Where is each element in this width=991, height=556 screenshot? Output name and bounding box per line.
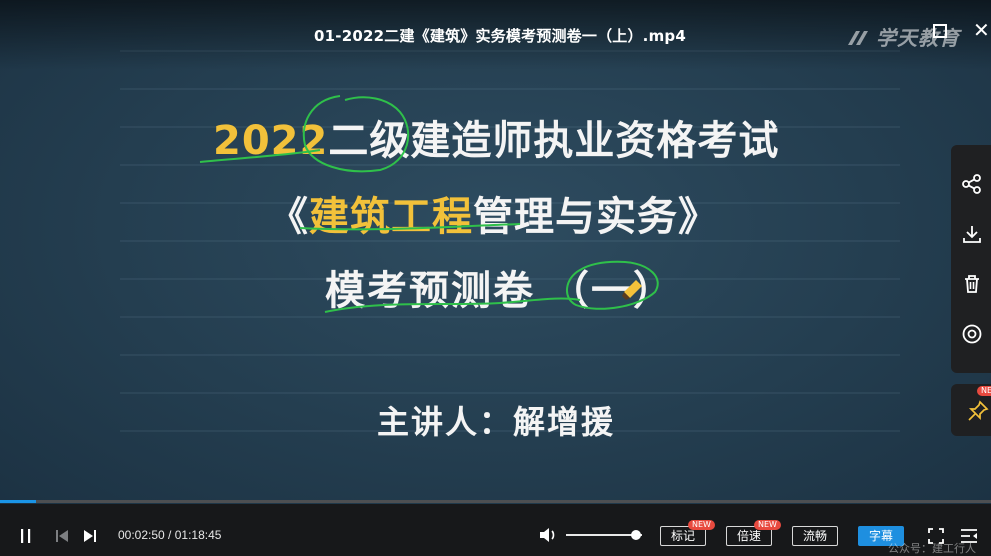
pin-icon: [968, 400, 989, 421]
slide-paper-number: （一）: [549, 268, 675, 314]
brand-watermark-text: 学天教育: [876, 26, 960, 50]
eye-icon: [962, 324, 982, 344]
previous-button[interactable]: [54, 528, 70, 548]
speed-button-label: 倍速: [736, 529, 761, 543]
progress-bar[interactable]: [0, 500, 991, 503]
download-button[interactable]: [959, 221, 985, 247]
share-button[interactable]: [959, 171, 985, 197]
slide-lecturer: 主讲人：解增援: [377, 403, 616, 441]
total-time: 01:18:45: [174, 528, 222, 542]
side-action-panel: [951, 145, 991, 373]
mark-button-label: 标记: [670, 529, 695, 543]
delete-button[interactable]: [959, 271, 985, 297]
video-frame[interactable]: 2022二级建造师执业资格考试 《建筑工程管理与实务》 模考预测卷 （一） 主讲人…: [0, 0, 991, 504]
skip-back-icon: [56, 530, 68, 542]
time-display: 00:02:50 / 01:18:45: [118, 528, 221, 542]
volume-button[interactable]: [538, 526, 558, 548]
footer-watermark: 公众号：建工行人: [888, 542, 976, 555]
pin-new-badge: NEW: [977, 386, 991, 396]
slide-content: 2022二级建造师执业资格考试 《建筑工程管理与实务》 模考预测卷 （一） 主讲人…: [0, 0, 991, 504]
slide-year: 2022: [213, 118, 329, 164]
time-separator: /: [164, 528, 175, 542]
volume-slider-handle[interactable]: [630, 530, 641, 540]
title-bar: 01-2022二建《建筑》实务模考预测卷一（上）.mp4 学天教育 ✕: [0, 0, 991, 70]
pin-button[interactable]: NEW: [951, 384, 991, 436]
next-button[interactable]: [82, 528, 98, 548]
restore-window-button[interactable]: [933, 24, 947, 38]
quality-button[interactable]: 流畅: [792, 526, 838, 546]
pause-icon: [21, 529, 31, 543]
close-button[interactable]: ✕: [973, 20, 990, 40]
slide-subject-rest: 管理与实务》: [473, 194, 719, 240]
current-time: 00:02:50: [118, 528, 165, 542]
speaker-icon: [540, 528, 555, 542]
brand-logo-icon: [848, 31, 868, 45]
quality-button-label: 流畅: [802, 529, 827, 543]
slide-title-line1: 2022二级建造师执业资格考试: [213, 108, 779, 166]
watch-button[interactable]: [959, 321, 985, 347]
skip-forward-icon: [84, 530, 96, 542]
slide-title-line2: 《建筑工程管理与实务》: [268, 184, 719, 242]
slide-bracket-open: 《: [268, 194, 309, 240]
share-icon: [962, 174, 981, 194]
video-file-title: 01-2022二建《建筑》实务模考预测卷一（上）.mp4: [314, 27, 686, 45]
download-icon: [963, 226, 981, 243]
slide-title-line3: 模考预测卷 （一）: [325, 258, 675, 316]
speed-new-badge: NEW: [754, 520, 781, 530]
slide-subject-highlight: 建筑工程: [309, 194, 473, 240]
slide-exam-name: 二级建造师执业资格考试: [328, 118, 780, 164]
progress-played: [0, 500, 36, 503]
mark-new-badge: NEW: [688, 520, 715, 530]
pause-button[interactable]: [18, 527, 34, 549]
slide-paper-name: 模考预测卷: [325, 268, 535, 314]
trash-icon: [965, 275, 979, 293]
